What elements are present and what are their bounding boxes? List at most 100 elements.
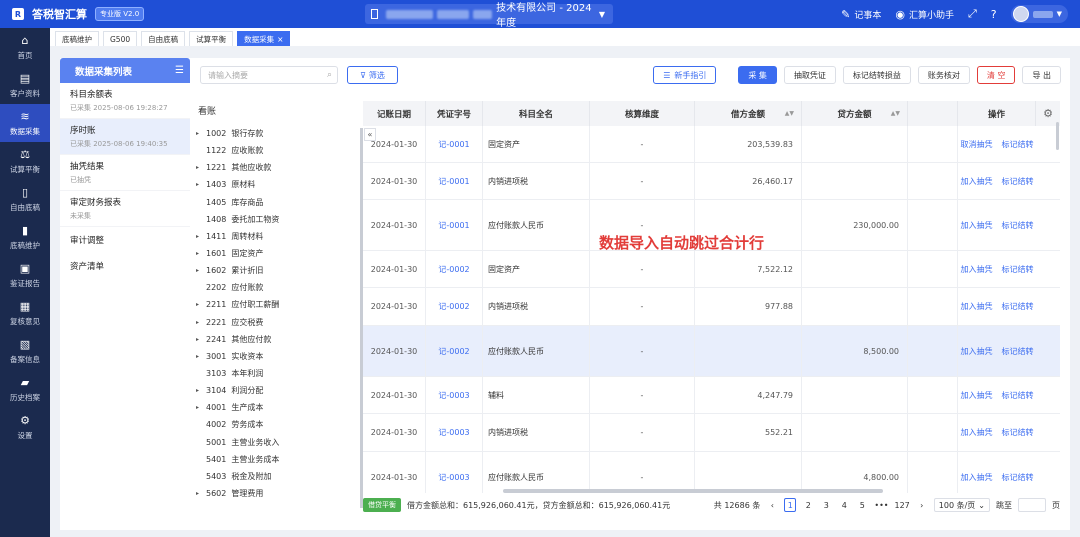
user-menu[interactable]: ▼ — [1010, 5, 1068, 23]
expand-arrow-icon[interactable]: ▸ — [196, 164, 206, 171]
voucher-link[interactable]: 记-0001 — [438, 220, 469, 231]
page-2[interactable]: 2 — [802, 498, 814, 512]
voucher-link[interactable]: 记-0003 — [438, 472, 469, 483]
voucher-link[interactable]: 记-0003 — [438, 390, 469, 401]
page-4[interactable]: 4 — [838, 498, 850, 512]
voucher-link[interactable]: 记-0001 — [438, 176, 469, 187]
sidebar-item-client[interactable]: ▤ 客户资料 — [0, 66, 50, 104]
company-selector[interactable]: 技术有限公司 - 2024年度 ▼ — [365, 3, 613, 29]
expand-arrow-icon[interactable]: ▸ — [196, 233, 206, 240]
voucher-link[interactable]: 记-0002 — [438, 264, 469, 275]
account-tree-item[interactable]: 5401 主营业务成本 — [190, 451, 360, 468]
horizontal-scrollbar[interactable] — [503, 489, 883, 493]
sidebar-item-review[interactable]: ▦ 复核意见 — [0, 294, 50, 332]
mark-carry-button[interactable]: 标记结转损益 — [842, 66, 911, 84]
mark-carry-link[interactable]: 标记结转 — [1002, 176, 1034, 187]
expand-arrow-icon[interactable]: ▸ — [196, 250, 206, 257]
account-tree-item[interactable]: ▸ 1411 周转材料 — [190, 228, 360, 245]
account-tree-item[interactable]: ▸ 1403 原材料 — [190, 176, 360, 193]
mark-carry-link[interactable]: 标记结转 — [1002, 220, 1034, 231]
extract-voucher-button[interactable]: 抽取凭证 — [783, 66, 836, 84]
voucher-link[interactable]: 记-0002 — [438, 346, 469, 357]
list-item[interactable]: 审计调整 — [60, 227, 190, 253]
toggle-sample-link[interactable]: 加入抽凭 — [961, 301, 993, 312]
toggle-sample-link[interactable]: 加入抽凭 — [961, 220, 993, 231]
toggle-sample-link[interactable]: 加入抽凭 — [961, 390, 993, 401]
tab-trial-balance[interactable]: 试算平衡 — [189, 31, 234, 46]
sidebar-item-draft-maint[interactable]: ▮ 底稿维护 — [0, 218, 50, 256]
expand-arrow-icon[interactable]: ▸ — [196, 336, 206, 343]
mark-carry-link[interactable]: 标记结转 — [1002, 301, 1034, 312]
sidebar-item-report[interactable]: ▣ 鉴证报告 — [0, 256, 50, 294]
account-tree-item[interactable]: 1122 应收账款 — [190, 142, 360, 159]
mark-carry-link[interactable]: 标记结转 — [1002, 346, 1034, 357]
sort-icon[interactable]: ▲▼ — [891, 110, 900, 117]
account-tree-item[interactable]: ▸ 5602 管理费用 — [190, 485, 360, 502]
sidebar-item-trial-balance[interactable]: ⚖ 试算平衡 — [0, 142, 50, 180]
table-row[interactable]: 2024-01-30 记-0003 应付账款人民币 - 4,800.00 加入抽凭 标记结转 — [363, 452, 1060, 493]
account-tree-item[interactable]: ▸ 4001 生产成本 — [190, 399, 360, 416]
help-icon[interactable]: ? — [991, 8, 997, 21]
account-tree-item[interactable]: ▸ 1602 累计折旧 — [190, 262, 360, 279]
expand-arrow-icon[interactable]: ▸ — [196, 319, 206, 326]
account-tree-item[interactable]: 3103 本年利润 — [190, 365, 360, 382]
table-row[interactable]: 2024-01-30 记-0001 内销进项税 -26,460.17 加入抽凭 标记结转 — [363, 163, 1060, 200]
clear-button[interactable]: 清 空 — [976, 66, 1016, 84]
toggle-sample-link[interactable]: 加入抽凭 — [961, 176, 993, 187]
account-tree-item[interactable]: ▸ 1002 银行存款 — [190, 125, 360, 142]
jump-input[interactable] — [1018, 498, 1046, 512]
toggle-sample-link[interactable]: 加入抽凭 — [961, 472, 993, 483]
mark-carry-link[interactable]: 标记结转 — [1002, 390, 1034, 401]
account-tree-item[interactable]: 5403 税金及附加 — [190, 468, 360, 485]
table-row[interactable]: 2024-01-30 记-0003 辅料 -4,247.79 加入抽凭 标记结转 — [363, 377, 1060, 414]
next-page-icon[interactable]: › — [916, 498, 928, 512]
assistant-button[interactable]: ◉ 汇算小助手 — [895, 8, 954, 21]
toggle-sample-link[interactable]: 加入抽凭 — [961, 264, 993, 275]
account-tree-item[interactable]: 1408 委托加工物资 — [190, 211, 360, 228]
page-1[interactable]: 1 — [784, 498, 797, 512]
collapse-menu-icon[interactable]: ☰ — [175, 65, 184, 76]
list-item[interactable]: 资产清单 — [60, 253, 190, 279]
notepad-button[interactable]: ✎ 记事本 — [841, 8, 881, 21]
mark-carry-link[interactable]: 标记结转 — [1002, 472, 1034, 483]
sort-icon[interactable]: ▲▼ — [785, 110, 794, 117]
expand-arrow-icon[interactable]: ▸ — [196, 404, 206, 411]
toggle-sample-link[interactable]: 取消抽凭 — [961, 139, 993, 150]
mark-carry-link[interactable]: 标记结转 — [1002, 139, 1034, 150]
account-tree-item[interactable]: ▸ 3104 利润分配 — [190, 382, 360, 399]
toggle-sample-link[interactable]: 加入抽凭 — [961, 427, 993, 438]
voucher-link[interactable]: 记-0002 — [438, 301, 469, 312]
mark-carry-link[interactable]: 标记结转 — [1002, 427, 1034, 438]
voucher-link[interactable]: 记-0003 — [438, 427, 469, 438]
list-item[interactable]: 科目余额表 已采集 2025-08-06 19:28:27 — [60, 83, 190, 119]
export-button[interactable]: 导 出 — [1022, 66, 1061, 84]
sidebar-item-record[interactable]: ▧ 备案信息 — [0, 332, 50, 370]
close-icon[interactable]: × — [277, 35, 283, 44]
sidebar-item-home[interactable]: ⌂ 首页 — [0, 28, 50, 66]
expand-arrow-icon[interactable]: ▸ — [196, 267, 206, 274]
expand-arrow-icon[interactable]: ▸ — [196, 181, 206, 188]
sidebar-item-data-collect[interactable]: ≋ 数据采集 — [0, 104, 50, 142]
voucher-link[interactable]: 记-0001 — [438, 139, 469, 150]
reconcile-button[interactable]: 账务核对 — [917, 66, 970, 84]
account-tree-item[interactable]: ▸ 1601 固定资产 — [190, 245, 360, 262]
prev-page-icon[interactable]: ‹ — [766, 498, 778, 512]
list-item[interactable]: 审定财务报表 未采集 — [60, 191, 190, 227]
table-row[interactable]: 2024-01-30 记-0002 应付账款人民币 - 8,500.00 加入抽凭 标记结转 — [363, 326, 1060, 377]
account-tree-item[interactable]: ▸ 2241 其他应付款 — [190, 331, 360, 348]
sidebar-item-free-draft[interactable]: ▯ 自由底稿 — [0, 180, 50, 218]
tab-free-draft[interactable]: 自由底稿 — [141, 31, 186, 46]
tab-draft-maint[interactable]: 底稿维护 — [55, 31, 99, 46]
tab-g500[interactable]: G500 — [103, 31, 138, 46]
table-row[interactable]: 2024-01-30 记-0002 固定资产 -7,522.12 加入抽凭 标记结转 — [363, 251, 1060, 288]
account-tree-item[interactable]: ▸ 3001 实收资本 — [190, 348, 360, 365]
expand-arrow-icon[interactable]: ▸ — [196, 387, 206, 394]
sidebar-item-history[interactable]: ▰ 历史档案 — [0, 370, 50, 408]
search-input[interactable]: 请输入摘要 ⌕ — [200, 66, 338, 84]
table-row[interactable]: 2024-01-30 记-0001 固定资产 -203,539.83 取消抽凭 标记结转 — [363, 126, 1060, 163]
account-tree-item[interactable]: 5001 主营业务收入 — [190, 434, 360, 451]
toggle-sample-link[interactable]: 加入抽凭 — [961, 346, 993, 357]
collect-button[interactable]: 采 集 — [738, 66, 777, 84]
account-tree-item[interactable]: 1405 库存商品 — [190, 194, 360, 211]
expand-arrow-icon[interactable]: ▸ — [196, 130, 206, 137]
